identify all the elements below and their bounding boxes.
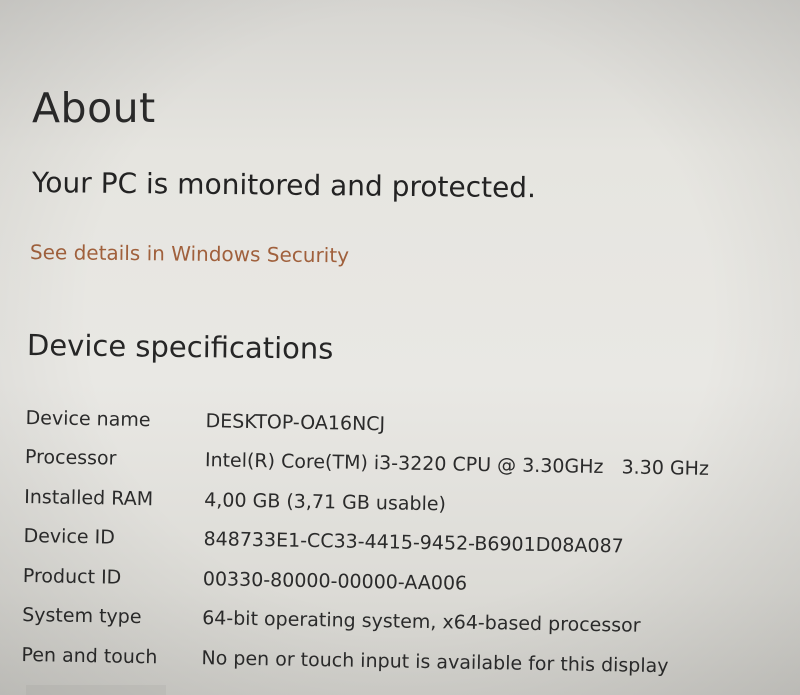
spec-value: DESKTOP-OA16NCJ <box>205 409 386 436</box>
spec-label: Installed RAM <box>24 485 154 510</box>
copy-button-edge[interactable] <box>26 685 166 695</box>
security-status-text: Your PC is monitored and protected. <box>31 166 537 205</box>
spec-label: Device name <box>25 406 151 431</box>
spec-label: Product ID <box>22 564 122 589</box>
spec-label: Device ID <box>23 525 116 549</box>
spec-value: 00330-80000-00000-AA006 <box>202 567 468 595</box>
spec-label: System type <box>22 604 142 629</box>
spec-value: 4,00 GB (3,71 GB usable) <box>204 488 447 516</box>
spec-value: 64-bit operating system, x64-based proce… <box>201 607 641 638</box>
page-title: About <box>32 84 156 132</box>
device-specifications-list: Device name DESKTOP-OA16NCJ Processor In… <box>21 398 766 687</box>
spec-label: Pen and touch <box>21 643 158 669</box>
spec-value: Intel(R) Core(TM) i3-3220 CPU @ 3.30GHz … <box>204 449 710 481</box>
spec-label: Processor <box>24 446 117 470</box>
spec-value: No pen or touch input is available for t… <box>201 646 669 678</box>
device-specifications-heading: Device specifications <box>26 328 334 366</box>
spec-value: 848733E1-CC33-4415-9452-B6901D08A087 <box>203 528 624 558</box>
windows-security-link[interactable]: See details in Windows Security <box>30 240 349 267</box>
